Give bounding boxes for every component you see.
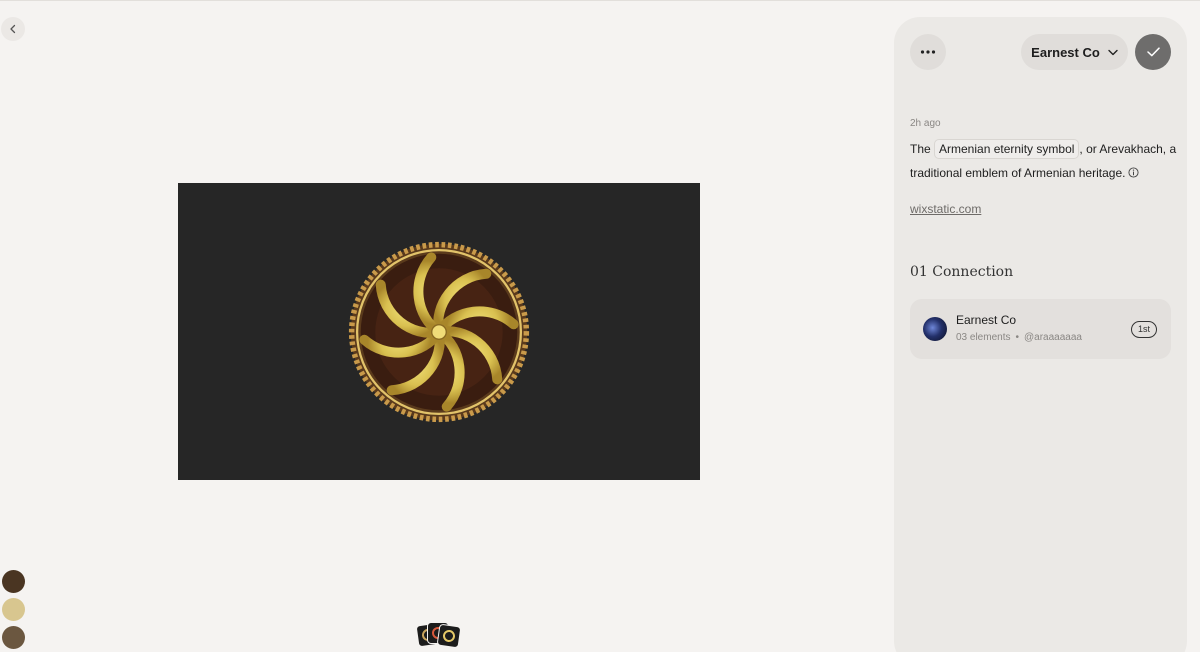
main-image[interactable] [178, 183, 700, 480]
timestamp: 2h ago [910, 118, 941, 129]
avatar [923, 317, 947, 341]
color-palette [2, 570, 25, 652]
topic-chip[interactable]: Armenian eternity symbol [934, 139, 1080, 159]
page: Earnest Co 2h ago The Armenian eternity … [0, 0, 1200, 652]
ellipsis-icon [920, 50, 936, 54]
description: The Armenian eternity symbol, or Arevakh… [910, 137, 1178, 185]
thumbnail [436, 623, 462, 649]
color-swatch[interactable] [2, 570, 25, 593]
chevron-left-icon [10, 24, 16, 34]
color-swatch[interactable] [2, 626, 25, 649]
more-options-button[interactable] [910, 34, 946, 70]
connections-heading: 01 Connection [910, 264, 1014, 280]
info-icon[interactable] [1128, 167, 1139, 178]
connection-card[interactable]: Earnest Co 03 elements • @araaaaaaa 1st [910, 299, 1171, 359]
degree-badge: 1st [1131, 321, 1158, 338]
owner-label: Earnest Co [1031, 44, 1100, 60]
thumbnail-stack[interactable] [415, 622, 463, 652]
source-link[interactable]: wixstatic.com [910, 202, 981, 216]
check-icon [1146, 47, 1160, 57]
connection-meta: 03 elements • @araaaaaaa [956, 332, 1082, 343]
owner-dropdown[interactable]: Earnest Co [1021, 34, 1128, 70]
connection-name: Earnest Co [956, 313, 1017, 327]
top-divider [0, 0, 1200, 1]
user-handle: @araaaaaaa [1024, 332, 1082, 343]
element-count: 03 elements [956, 332, 1011, 343]
confirm-button[interactable] [1135, 34, 1171, 70]
separator: • [1015, 332, 1019, 343]
description-text: The [910, 142, 935, 156]
back-button[interactable] [1, 17, 25, 41]
details-panel: Earnest Co 2h ago The Armenian eternity … [894, 17, 1187, 652]
chevron-down-icon [1108, 49, 1118, 55]
arevakhach-symbol [348, 241, 530, 422]
color-swatch[interactable] [2, 598, 25, 621]
